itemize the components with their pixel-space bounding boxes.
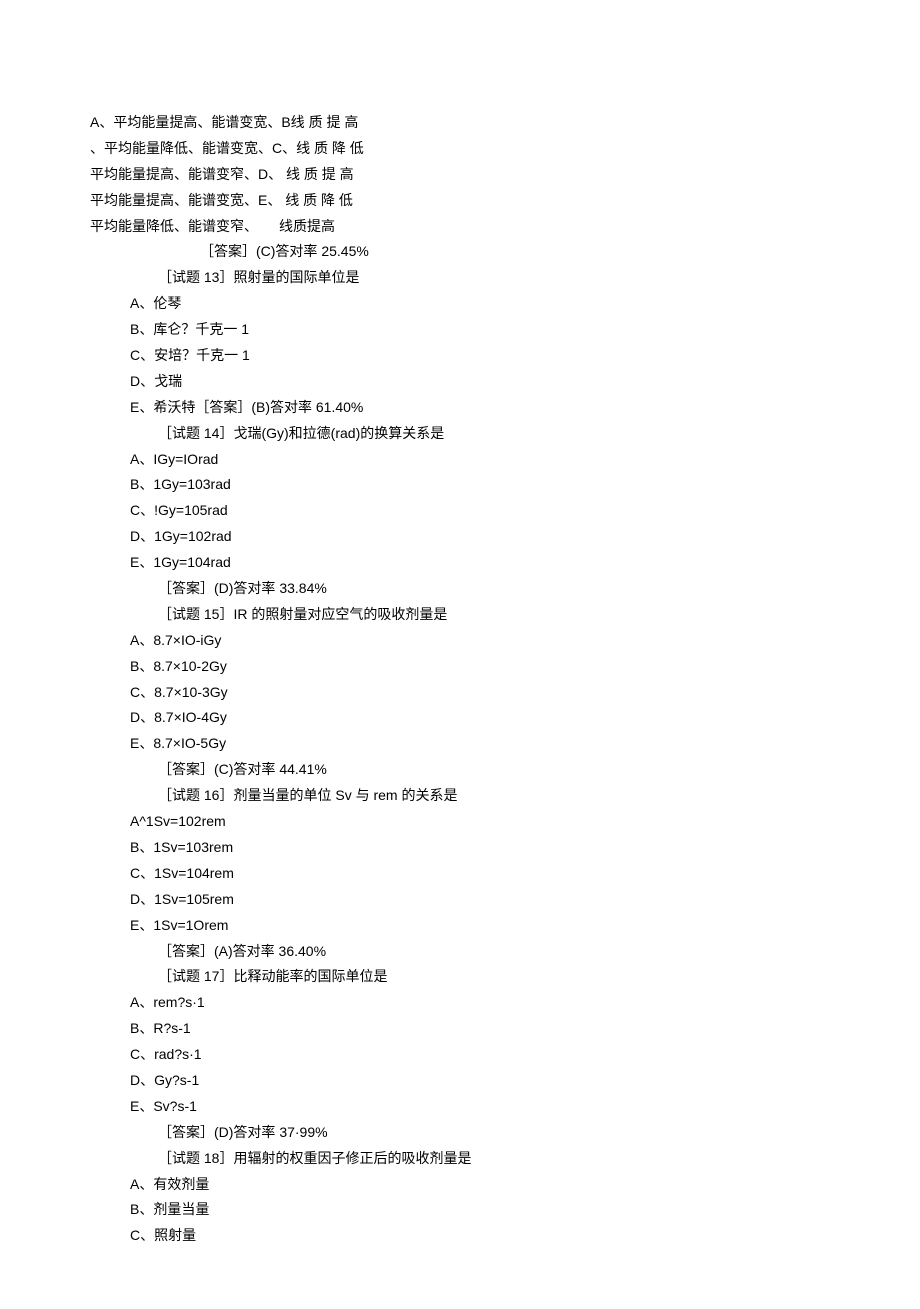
text-line: A、8.7×IO-iGy: [130, 628, 830, 654]
text-line: E、1Sv=1Orem: [130, 913, 830, 939]
text-line: ［试题 16］剂量当量的单位 Sv 与 rem 的关系是: [158, 783, 830, 809]
text-line: ［试题 17］比释动能率的国际单位是: [158, 964, 830, 990]
text-line: A^1Sv=102rem: [130, 809, 830, 835]
text-line: 平均能量提高、能谱变窄、D、 线 质 提 高: [90, 162, 830, 188]
text-line: B、1Sv=103rem: [130, 835, 830, 861]
text-line: D、戈瑞: [130, 369, 830, 395]
text-line: ［试题 13］照射量的国际单位是: [158, 265, 830, 291]
text-line: D、1Gy=102rad: [130, 524, 830, 550]
text-line: ［答案］(D)答对率 33.84%: [158, 576, 830, 602]
text-line: ［答案］(C)答对率 44.41%: [158, 757, 830, 783]
text-line: C、1Sv=104rem: [130, 861, 830, 887]
text-line: C、rad?s·1: [130, 1042, 830, 1068]
text-line: B、剂量当量: [130, 1197, 830, 1223]
text-line: E、8.7×IO-5Gy: [130, 731, 830, 757]
text-line: E、1Gy=104rad: [130, 550, 830, 576]
text-line: B、1Gy=103rad: [130, 472, 830, 498]
text-line: D、Gy?s-1: [130, 1068, 830, 1094]
text-line: C、安培？千克一 1: [130, 343, 830, 369]
text-line: A、伦琴: [130, 291, 830, 317]
text-line: C、照射量: [130, 1223, 830, 1249]
text-line: B、R?s-1: [130, 1016, 830, 1042]
text-line: D、8.7×IO-4Gy: [130, 705, 830, 731]
text-line: 平均能量降低、能谱变窄、 线质提高: [90, 214, 830, 240]
text-line: ［试题 14］戈瑞(Gy)和拉德(rad)的换算关系是: [158, 421, 830, 447]
document-page: A、平均能量提高、能谱变宽、B线 质 提 高、平均能量降低、能谱变宽、C、线 质…: [0, 0, 920, 1309]
text-line: 平均能量提高、能谱变宽、E、 线 质 降 低: [90, 188, 830, 214]
text-line: B、库仑？千克一 1: [130, 317, 830, 343]
text-line: D、1Sv=105rem: [130, 887, 830, 913]
text-line: C、8.7×10-3Gy: [130, 680, 830, 706]
text-line: E、希沃特［答案］(B)答对率 61.40%: [130, 395, 830, 421]
text-line: C、!Gy=105rad: [130, 498, 830, 524]
text-line: ［答案］(D)答对率 37·99%: [158, 1120, 830, 1146]
text-line: ［试题 18］用辐射的权重因子修正后的吸收剂量是: [158, 1146, 830, 1172]
text-line: B、8.7×10-2Gy: [130, 654, 830, 680]
text-line: ［答案］(A)答对率 36.40%: [158, 939, 830, 965]
text-line: E、Sv?s-1: [130, 1094, 830, 1120]
text-line: ［答案］(C)答对率 25.45%: [200, 239, 830, 265]
text-line: A、有效剂量: [130, 1172, 830, 1198]
text-line: ［试题 15］IR 的照射量对应空气的吸收剂量是: [158, 602, 830, 628]
text-line: A、IGy=IOrad: [130, 447, 830, 473]
text-line: 、平均能量降低、能谱变宽、C、线 质 降 低: [90, 136, 830, 162]
text-line: A、平均能量提高、能谱变宽、B线 质 提 高: [90, 110, 830, 136]
text-line: A、rem?s·1: [130, 990, 830, 1016]
